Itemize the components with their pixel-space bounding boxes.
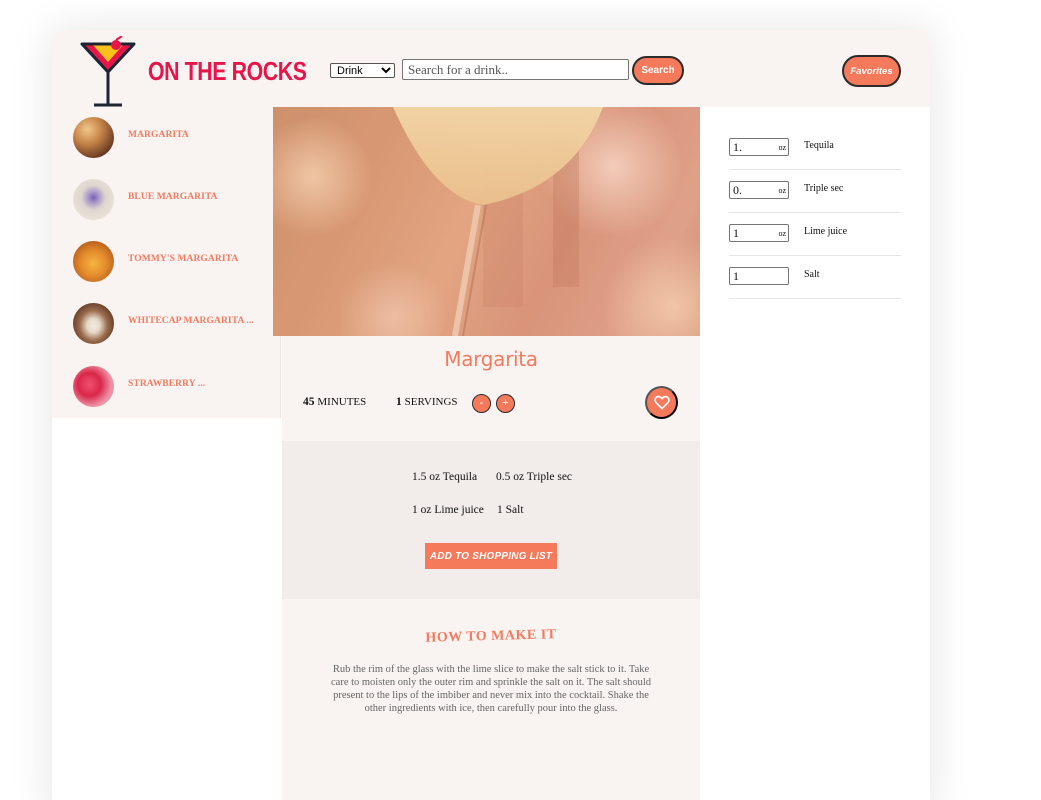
drink-list-item-tommys-margarita[interactable]: TOMMY'S MARGARITA xyxy=(72,241,277,283)
drink-list-item-label: WHITECAP MARGARITA ... xyxy=(128,316,254,326)
search-type-select[interactable]: Drink xyxy=(330,63,395,78)
drink-list-item-label: STRAWBERRY ... xyxy=(128,379,206,389)
drink-thumbnail xyxy=(73,179,114,220)
amount-input[interactable]: 1. oz xyxy=(729,138,789,156)
amount-ingredient-name: Lime juice xyxy=(804,226,848,237)
heart-icon xyxy=(653,395,670,410)
ingredient-item: 1.5 oz Tequila xyxy=(412,471,478,483)
drink-detail: Margarita 45 MINUTES 1 SERVINGS - + 1.5 … xyxy=(273,107,709,800)
drink-thumbnail xyxy=(73,303,114,344)
increase-servings-button[interactable]: + xyxy=(496,394,515,413)
ingredient-item: 1 oz Lime juice xyxy=(412,504,484,516)
how-to-title: HOW TO MAKE IT xyxy=(425,627,557,646)
servings-value: 1 xyxy=(396,396,402,408)
decrease-servings-button[interactable]: - xyxy=(472,394,491,413)
drink-list-item-label: TOMMY'S MARGARITA xyxy=(128,254,239,264)
drink-title: Margarita xyxy=(444,347,538,371)
drink-list-item-whitecap-margarita[interactable]: WHITECAP MARGARITA ... xyxy=(72,303,277,345)
logo-text: ON THE ROCKS xyxy=(148,56,307,86)
amount-row-lime-juice: 1 oz Lime juice xyxy=(729,213,901,256)
drink-list-item-label: MARGARITA xyxy=(128,130,189,140)
drink-list-item-strawberry[interactable]: STRAWBERRY ... xyxy=(72,366,277,408)
search-input[interactable] xyxy=(402,59,629,80)
amount-ingredient-name: Tequila xyxy=(804,140,834,151)
logo[interactable]: ON THE ROCKS xyxy=(78,36,307,108)
amount-value: 1 xyxy=(733,226,739,240)
amount-value: 1. xyxy=(733,140,742,154)
amount-row-triple-sec: 0. oz Triple sec xyxy=(729,170,901,213)
prep-time: 45 MINUTES xyxy=(303,396,366,408)
amount-value: 1 xyxy=(733,269,739,283)
header: ON THE ROCKS Drink Search Favorites xyxy=(52,30,930,107)
amounts-panel: 1. oz Tequila 0. oz Triple sec 1 oz Lime… xyxy=(700,107,930,800)
favorites-button[interactable]: Favorites xyxy=(842,55,901,87)
prep-time-value: 45 xyxy=(303,396,315,408)
amount-row-salt: 1 Salt xyxy=(729,256,901,299)
amount-input[interactable]: 1 oz xyxy=(729,224,789,242)
amount-ingredient-name: Triple sec xyxy=(804,183,844,194)
ingredient-item: 0.5 oz Triple sec xyxy=(496,471,573,483)
search-button[interactable]: Search xyxy=(632,56,684,85)
how-to-instructions: Rub the rim of the glass with the lime s… xyxy=(331,664,651,714)
favorite-button[interactable] xyxy=(645,386,678,419)
amount-input[interactable]: 1 xyxy=(729,267,789,285)
amount-ingredient-name: Salt xyxy=(804,269,820,280)
amount-input[interactable]: 0. oz xyxy=(729,181,789,199)
servings-label: SERVINGS xyxy=(404,396,458,408)
amount-value: 0. xyxy=(733,183,742,197)
ingredient-item: 1 Salt xyxy=(497,504,524,516)
martini-glass-icon xyxy=(80,36,136,107)
drink-thumbnail xyxy=(73,117,114,158)
prep-time-label: MINUTES xyxy=(317,396,367,408)
amount-unit: oz xyxy=(778,229,786,238)
servings: 1 SERVINGS xyxy=(396,396,458,408)
drink-list-sidebar: MARGARITA BLUE MARGARITA TOMMY'S MARGARI… xyxy=(52,107,281,418)
drink-thumbnail xyxy=(73,366,114,407)
drink-list-item-label: BLUE MARGARITA xyxy=(128,192,218,202)
drink-list-item-blue-margarita[interactable]: BLUE MARGARITA xyxy=(72,179,277,221)
amount-unit: oz xyxy=(778,186,786,195)
ingredients-panel: 1.5 oz Tequila 0.5 oz Triple sec 1 oz Li… xyxy=(282,441,700,599)
amount-unit: oz xyxy=(778,143,786,152)
add-to-shopping-list-button[interactable]: ADD TO SHOPPING LIST xyxy=(425,543,557,569)
drink-thumbnail xyxy=(73,241,114,282)
drink-list-item-margarita[interactable]: MARGARITA xyxy=(72,117,277,159)
amount-row-tequila: 1. oz Tequila xyxy=(729,127,901,170)
app-window: ON THE ROCKS Drink Search Favorites MARG… xyxy=(52,30,930,800)
drink-hero-image xyxy=(273,107,709,336)
